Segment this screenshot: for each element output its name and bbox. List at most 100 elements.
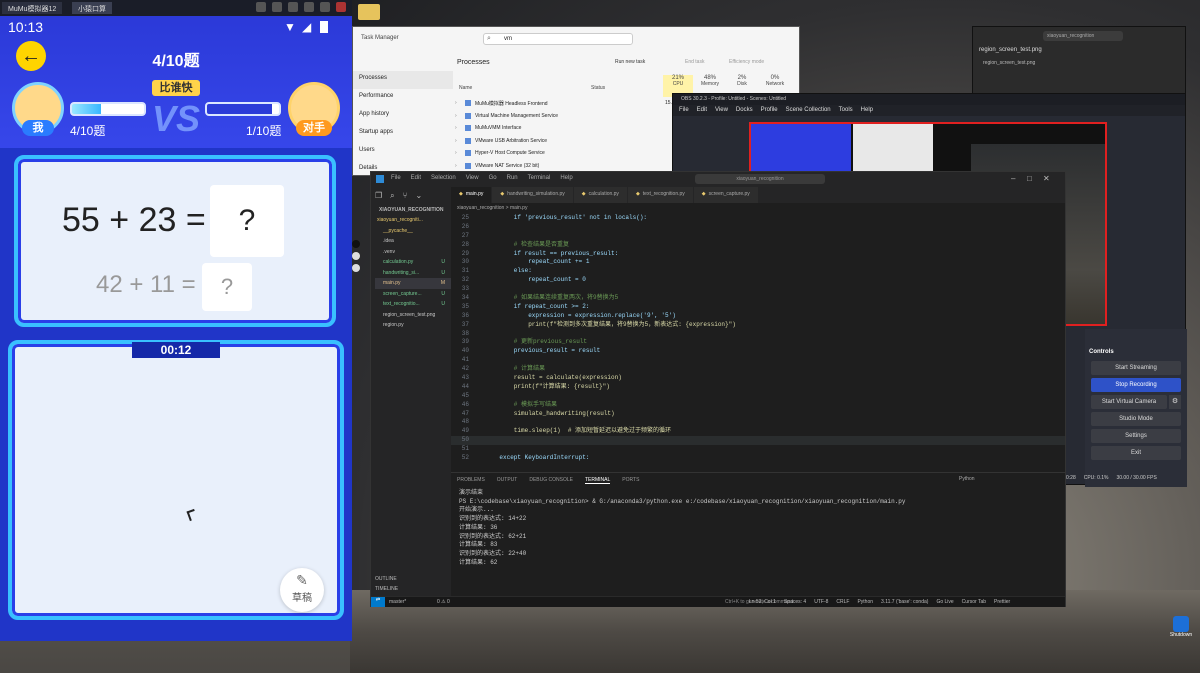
file-tree-item[interactable]: calculation.py U xyxy=(375,257,451,268)
obs-menu-item[interactable]: Tools xyxy=(839,107,853,114)
side-handle[interactable] xyxy=(352,252,360,260)
obs-menu-item[interactable]: Docks xyxy=(736,107,753,114)
desktop-folder-icon[interactable] xyxy=(358,4,380,20)
panel-tab[interactable]: PROBLEMS xyxy=(457,477,485,484)
menu-item[interactable]: Run xyxy=(507,175,518,181)
file-tree-item[interactable]: .venv xyxy=(375,247,451,258)
search-input[interactable]: vm xyxy=(483,33,633,45)
nav-item-startup-apps[interactable]: Startup apps xyxy=(353,125,453,143)
expand-chevron-icon[interactable]: › xyxy=(455,163,457,169)
draft-button[interactable]: ✎ 草稿 xyxy=(280,568,324,612)
shutdown-shortcut[interactable]: Shutdown xyxy=(1166,616,1196,646)
obs-menu-item[interactable]: View xyxy=(715,107,728,114)
col-network[interactable]: 0% Network xyxy=(759,75,791,87)
expand-chevron-icon[interactable]: › xyxy=(455,150,457,156)
indentation[interactable]: Spaces: 4 xyxy=(784,599,806,605)
file-tree-item[interactable]: main.py M xyxy=(375,278,451,289)
end-task-button[interactable]: End task xyxy=(685,59,704,65)
menu-item[interactable]: Selection xyxy=(431,175,456,181)
python-interpreter[interactable]: 3.11.7 ('base': conda) xyxy=(881,599,928,605)
viewer-search[interactable]: xiaoyuan_recognition xyxy=(1043,31,1123,41)
file-tree-item[interactable]: handwriting_si... U xyxy=(375,268,451,279)
source-control-icon[interactable]: ⑂ xyxy=(403,191,408,201)
cursor-tab[interactable]: Cursor Tab xyxy=(962,599,986,605)
nav-item-users[interactable]: Users xyxy=(353,143,453,161)
maximize-icon[interactable]: □ xyxy=(1027,174,1032,183)
obs-menu-item[interactable]: Edit xyxy=(697,107,707,114)
col-disk[interactable]: 2% Disk xyxy=(727,75,757,87)
menu-item[interactable]: Help xyxy=(560,175,572,181)
file-tree-item[interactable]: __pycache__ xyxy=(375,226,451,237)
nav-item-processes[interactable]: Processes xyxy=(353,71,453,89)
expand-chevron-icon[interactable]: › xyxy=(455,100,457,106)
panel-tab[interactable]: PORTS xyxy=(622,477,639,484)
close-icon[interactable] xyxy=(336,2,346,12)
file-tree-item[interactable]: screen_capture... U xyxy=(375,289,451,300)
menu-item[interactable]: File xyxy=(391,175,401,181)
obs-menu-item[interactable]: Help xyxy=(861,107,873,114)
editor-tab[interactable]: ◆ calculation.py xyxy=(573,187,628,203)
search-icon[interactable]: ⌕ xyxy=(390,191,394,201)
run-new-task-button[interactable]: Run new task xyxy=(615,59,645,65)
start-virtual-camera-button[interactable]: Start Virtual Camera xyxy=(1091,395,1167,409)
toolbar-icon[interactable] xyxy=(272,2,282,12)
exit-button[interactable]: Exit xyxy=(1091,446,1181,460)
editor-tab[interactable]: ◆ main.py xyxy=(451,187,493,203)
close-icon[interactable]: ✕ xyxy=(1043,174,1050,183)
obs-menu-item[interactable]: File xyxy=(679,107,689,114)
obs-menu-item[interactable]: Profile xyxy=(761,107,778,114)
nav-item-app-history[interactable]: App history xyxy=(353,107,453,125)
language-mode[interactable]: Python xyxy=(857,599,873,605)
file-tree-item[interactable]: region.py xyxy=(375,320,451,331)
terminal-output[interactable]: 演示结束 PS E:\codebase\xiaoyuan_recognition>… xyxy=(459,489,1059,593)
editor-tab[interactable]: ◆ text_recognition.py xyxy=(627,187,694,203)
menu-item[interactable]: Terminal xyxy=(528,175,551,181)
editor-tab[interactable]: ◆ handwriting_simulation.py xyxy=(492,187,574,203)
outline-section[interactable]: OUTLINE xyxy=(375,576,397,582)
minimize-icon[interactable] xyxy=(304,2,314,12)
file-tree-item[interactable]: text_recognitio... U xyxy=(375,299,451,310)
toolbar-icon[interactable] xyxy=(288,2,298,12)
timeline-section[interactable]: TIMELINE xyxy=(375,586,398,592)
problems-count[interactable]: 0 ⚠ 0 xyxy=(437,599,450,605)
editor-tab[interactable]: ◆ screen_capture.py xyxy=(693,187,759,203)
stop-recording-button[interactable]: Stop Recording xyxy=(1091,378,1181,392)
git-branch[interactable]: master* xyxy=(389,599,406,605)
terminal-profile[interactable]: Python xyxy=(959,476,975,482)
gear-icon[interactable]: ⚙ xyxy=(1169,395,1181,409)
settings-button[interactable]: Settings xyxy=(1091,429,1181,443)
command-center-search[interactable]: xiaoyuan_recognition xyxy=(695,174,825,184)
file-tree-item[interactable]: xiaoyuan_recogniti... xyxy=(375,215,451,226)
panel-tab[interactable]: TERMINAL xyxy=(584,477,611,484)
encoding[interactable]: UTF-8 xyxy=(814,599,828,605)
window-tab[interactable]: 小猿口算 xyxy=(72,2,112,14)
prettier[interactable]: Prettier xyxy=(994,599,1010,605)
file-tree-item[interactable]: .idea xyxy=(375,236,451,247)
viewer-tab[interactable]: region_screen_test.png xyxy=(979,47,1042,53)
expand-chevron-icon[interactable]: › xyxy=(455,138,457,144)
explorer-icon[interactable]: ❐ xyxy=(375,191,382,201)
file-tree-item[interactable]: region_screen_test.png xyxy=(375,310,451,321)
remote-icon[interactable]: ⇄ xyxy=(371,597,385,607)
cursor-position[interactable]: Ln 52, Col 1 xyxy=(749,599,776,605)
code-editor[interactable]: 25 if 'previous_result' not in locals():… xyxy=(451,214,1065,474)
start-streaming-button[interactable]: Start Streaming xyxy=(1091,361,1181,375)
window-tab[interactable]: MuMu模拟器12 xyxy=(2,2,63,14)
col-memory[interactable]: 48% Memory xyxy=(695,75,725,87)
menu-item[interactable]: Go xyxy=(489,175,497,181)
expand-chevron-icon[interactable]: › xyxy=(455,113,457,119)
go-live[interactable]: Go Live xyxy=(936,599,953,605)
efficiency-mode-button[interactable]: Efficiency mode xyxy=(729,59,764,65)
chevron-down-icon[interactable]: ⌄ xyxy=(415,191,422,201)
col-status[interactable]: Status xyxy=(591,85,605,91)
side-handle[interactable] xyxy=(352,264,360,272)
back-arrow-icon[interactable]: ← xyxy=(16,41,46,71)
studio-mode-button[interactable]: Studio Mode xyxy=(1091,412,1181,426)
nav-item-performance[interactable]: Performance xyxy=(353,89,453,107)
menu-item[interactable]: View xyxy=(466,175,479,181)
minimize-icon[interactable]: – xyxy=(1011,174,1015,183)
maximize-icon[interactable] xyxy=(320,2,330,12)
breadcrumb[interactable]: xiaoyuan_recognition > main.py xyxy=(457,205,527,211)
panel-tab[interactable]: DEBUG CONSOLE xyxy=(529,477,573,484)
expand-chevron-icon[interactable]: › xyxy=(455,125,457,131)
